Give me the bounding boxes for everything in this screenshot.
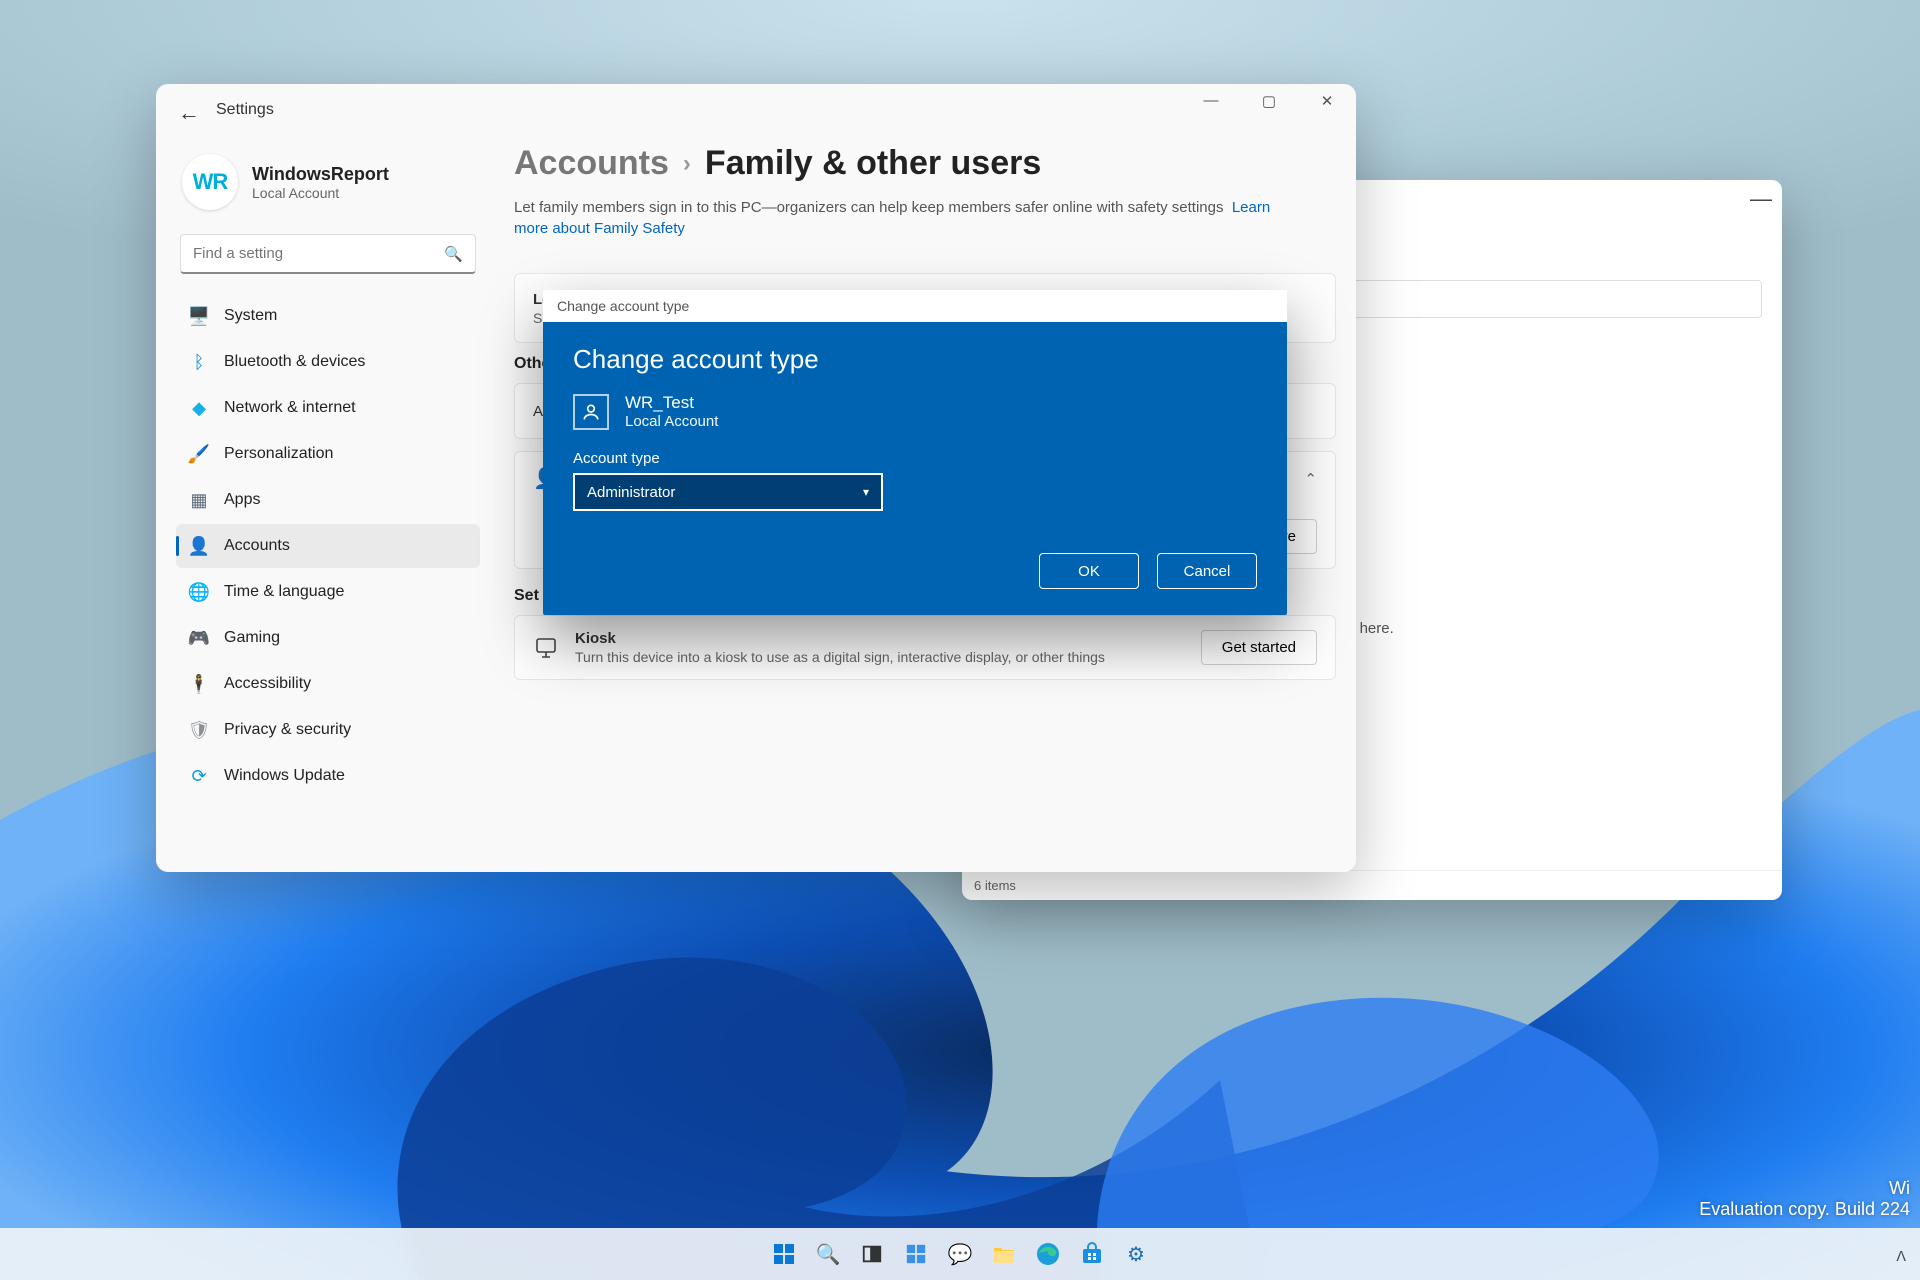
- change-account-type-dialog: Change account type Change account type …: [543, 290, 1287, 615]
- profile-subtitle: Local Account: [252, 185, 389, 201]
- window-title: Settings: [216, 101, 274, 119]
- start-button[interactable]: [767, 1237, 801, 1271]
- nav-icon: 🛡: [188, 719, 210, 741]
- sidebar-item-privacy-security[interactable]: 🛡 Privacy & security: [176, 708, 480, 752]
- sidebar-item-windows-update[interactable]: ⟳ Windows Update: [176, 754, 480, 798]
- minimize-button[interactable]: —: [1194, 92, 1228, 110]
- sidebar-item-apps[interactable]: ▦ Apps: [176, 478, 480, 522]
- nav-icon: ᛒ: [188, 351, 210, 373]
- sidebar-item-network-internet[interactable]: ◆ Network & internet: [176, 386, 480, 430]
- chat-button[interactable]: 💬: [943, 1237, 977, 1271]
- edge-button[interactable]: [1031, 1237, 1065, 1271]
- nav-icon: ▦: [188, 489, 210, 511]
- evaluation-watermark: Wi Evaluation copy. Build 224: [1699, 1178, 1910, 1220]
- sidebar-item-label: System: [224, 307, 277, 325]
- sidebar-item-label: Time & language: [224, 583, 344, 601]
- file-explorer-button[interactable]: [987, 1237, 1021, 1271]
- search-icon: 🔍: [444, 245, 463, 263]
- sidebar-item-label: Accounts: [224, 537, 290, 555]
- search-button[interactable]: 🔍: [811, 1237, 845, 1271]
- sidebar-item-label: Windows Update: [224, 767, 345, 785]
- avatar: WR: [182, 154, 238, 210]
- sidebar-item-accessibility[interactable]: 🕴 Accessibility: [176, 662, 480, 706]
- dialog-titlebar: Change account type: [543, 290, 1287, 322]
- kiosk-card: Kiosk Turn this device into a kiosk to u…: [514, 615, 1336, 680]
- close-button[interactable]: ✕: [1310, 92, 1344, 110]
- settings-button[interactable]: ⚙: [1119, 1237, 1153, 1271]
- profile-block[interactable]: WR WindowsReport Local Account: [176, 154, 480, 210]
- family-description: Let family members sign in to this PC—or…: [514, 197, 1274, 239]
- settings-nav: 🖥️ System ᛒ Bluetooth & devices ◆ Network & i…: [176, 294, 480, 798]
- nav-icon: ⟳: [188, 765, 210, 787]
- sidebar-item-time-language[interactable]: 🌐 Time & language: [176, 570, 480, 614]
- sidebar-item-label: Bluetooth & devices: [224, 353, 365, 371]
- ok-button[interactable]: OK: [1039, 553, 1139, 589]
- nav-icon: 🖌️: [188, 443, 210, 465]
- profile-name: WindowsReport: [252, 164, 389, 185]
- sidebar-item-accounts[interactable]: 👤 Accounts: [176, 524, 480, 568]
- chevron-right-icon: ›: [683, 150, 691, 178]
- kiosk-get-started-button[interactable]: Get started: [1201, 630, 1317, 665]
- sidebar-item-label: Apps: [224, 491, 260, 509]
- search-input[interactable]: [193, 245, 444, 262]
- sidebar-item-label: Personalization: [224, 445, 333, 463]
- store-button[interactable]: [1075, 1237, 1109, 1271]
- nav-icon: ◆: [188, 397, 210, 419]
- explorer-status-bar: 6 items: [962, 870, 1782, 900]
- sidebar-item-gaming[interactable]: 🎮 Gaming: [176, 616, 480, 660]
- sidebar-item-system[interactable]: 🖥️ System: [176, 294, 480, 338]
- maximize-button[interactable]: ▢: [1252, 92, 1286, 110]
- sidebar-item-label: Gaming: [224, 629, 280, 647]
- widgets-button[interactable]: [899, 1237, 933, 1271]
- person-icon: [573, 394, 609, 430]
- account-type-label: Account type: [573, 450, 1257, 467]
- back-button[interactable]: ←: [178, 100, 200, 126]
- sidebar-item-label: Accessibility: [224, 675, 311, 693]
- dialog-heading: Change account type: [573, 344, 1257, 375]
- page-title: Family & other users: [705, 144, 1041, 183]
- minimize-button[interactable]: —: [1750, 186, 1772, 212]
- taskbar: 🔍 💬 ⚙: [0, 1228, 1920, 1280]
- system-tray[interactable]: ᐱ: [1896, 1248, 1906, 1265]
- nav-icon: 🕴: [188, 673, 210, 695]
- nav-icon: 🖥️: [188, 305, 210, 327]
- breadcrumb: Accounts › Family & other users: [514, 144, 1336, 183]
- dialog-user-block: WR_Test Local Account: [573, 393, 1257, 430]
- nav-icon: 🎮: [188, 627, 210, 649]
- settings-search[interactable]: 🔍: [180, 234, 476, 274]
- nav-icon: 🌐: [188, 581, 210, 603]
- sidebar-item-label: Network & internet: [224, 399, 356, 417]
- breadcrumb-root[interactable]: Accounts: [514, 144, 669, 183]
- kiosk-icon: [533, 635, 559, 661]
- sidebar-item-personalization[interactable]: 🖌️ Personalization: [176, 432, 480, 476]
- sidebar-item-label: Privacy & security: [224, 721, 351, 739]
- account-type-select[interactable]: Administrator ▾: [573, 473, 883, 511]
- chevron-up-icon: ⌃: [1304, 470, 1317, 488]
- nav-icon: 👤: [188, 535, 210, 557]
- chevron-down-icon: ▾: [863, 485, 869, 499]
- cancel-button[interactable]: Cancel: [1157, 553, 1257, 589]
- sidebar-item-bluetooth-devices[interactable]: ᛒ Bluetooth & devices: [176, 340, 480, 384]
- task-view-button[interactable]: [855, 1237, 889, 1271]
